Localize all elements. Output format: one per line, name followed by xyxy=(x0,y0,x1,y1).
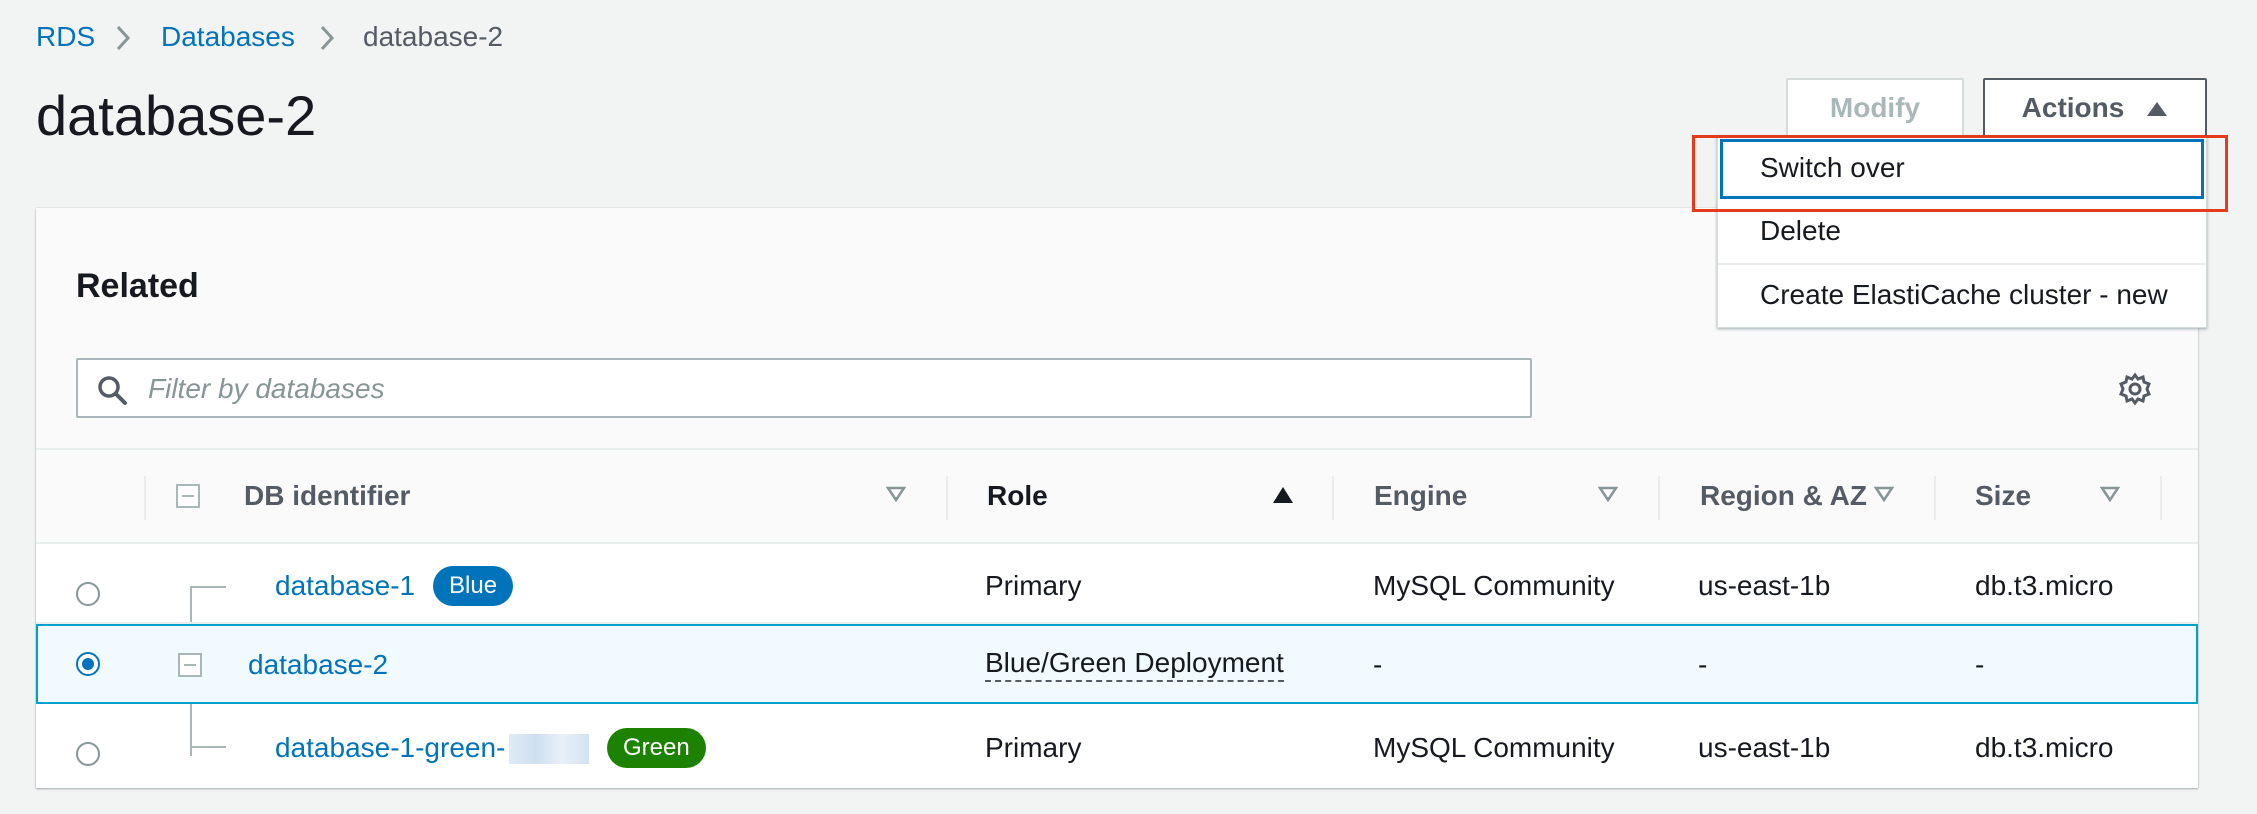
chevron-right-icon xyxy=(318,24,336,57)
role-cell[interactable]: Blue/Green Deployment xyxy=(985,646,1284,682)
column-header-db-identifier[interactable]: DB identifier xyxy=(244,477,410,515)
modify-button[interactable]: Modify xyxy=(1786,78,1964,138)
size-cell: - xyxy=(1975,649,1985,680)
caret-up-icon xyxy=(2146,92,2168,124)
collapse-icon[interactable] xyxy=(178,653,202,677)
db-identifier-link[interactable]: database-1-green- xyxy=(275,729,505,767)
actions-button-label: Actions xyxy=(2021,92,2125,123)
modify-button-label: Modify xyxy=(1829,92,1921,123)
size-cell: db.t3.micro xyxy=(1975,570,2114,601)
column-header-role[interactable]: Role xyxy=(987,477,1048,515)
table-row-selected[interactable]: database-2 Blue/Green Deployment - - - xyxy=(36,624,2198,704)
breadcrumb-link-databases[interactable]: Databases xyxy=(161,18,295,56)
column-divider xyxy=(1658,476,1660,520)
related-title: Related xyxy=(76,267,199,305)
green-badge: Green xyxy=(607,728,706,768)
column-divider xyxy=(1934,476,1936,520)
breadcrumb-link-rds[interactable]: RDS xyxy=(36,18,95,56)
row-radio[interactable] xyxy=(76,582,100,606)
region-cell: us-east-1b xyxy=(1698,570,1831,601)
search-box xyxy=(76,358,1532,418)
breadcrumb-current: database-2 xyxy=(363,21,504,52)
actions-button[interactable]: Actions xyxy=(1983,78,2207,138)
column-divider xyxy=(946,476,948,520)
sort-down-icon[interactable] xyxy=(885,486,907,507)
size-cell: db.t3.micro xyxy=(1975,732,2114,763)
column-header-size[interactable]: Size xyxy=(1975,477,2031,515)
region-cell: us-east-1b xyxy=(1698,732,1831,763)
breadcrumb: RDS Databases database-2 xyxy=(0,0,600,70)
sort-up-icon[interactable] xyxy=(1272,486,1294,509)
table-row[interactable]: database-1-green- Green Primary MySQL Co… xyxy=(36,704,2198,788)
row-radio[interactable] xyxy=(76,742,100,766)
region-cell: - xyxy=(1698,649,1708,680)
table-row[interactable]: database-1 Blue Primary MySQL Community … xyxy=(36,544,2198,624)
column-divider xyxy=(144,476,146,520)
column-divider xyxy=(1332,476,1334,520)
role-cell: Primary xyxy=(985,732,1082,763)
gear-icon[interactable] xyxy=(2118,372,2152,411)
search-input[interactable] xyxy=(146,360,1510,418)
role-cell: Primary xyxy=(985,570,1082,601)
db-identifier-link[interactable]: database-2 xyxy=(248,646,388,684)
column-divider xyxy=(2160,476,2162,520)
sort-down-icon[interactable] xyxy=(2099,486,2121,507)
search-icon xyxy=(96,374,128,411)
highlight-annotation xyxy=(1692,135,2228,212)
chevron-right-icon xyxy=(114,24,132,57)
collapse-all-icon[interactable] xyxy=(176,484,200,508)
row-radio-selected[interactable] xyxy=(76,652,100,676)
sort-down-icon[interactable] xyxy=(1873,486,1895,507)
page-title: database-2 xyxy=(36,84,317,147)
redacted-text xyxy=(509,734,589,764)
column-header-region-az[interactable]: Region & AZ xyxy=(1700,477,1867,515)
column-header-engine[interactable]: Engine xyxy=(1374,477,1467,515)
engine-cell: MySQL Community xyxy=(1373,732,1615,763)
menu-item-create-elasticache-cluster[interactable]: Create ElastiCache cluster - new xyxy=(1718,264,2206,326)
table-header: DB identifier Role Engine Region & AZ Si… xyxy=(36,448,2198,544)
engine-cell: MySQL Community xyxy=(1373,570,1615,601)
engine-cell: - xyxy=(1373,649,1383,680)
sort-down-icon[interactable] xyxy=(1597,486,1619,507)
db-identifier-link[interactable]: database-1 xyxy=(275,567,415,605)
blue-badge: Blue xyxy=(433,566,514,606)
